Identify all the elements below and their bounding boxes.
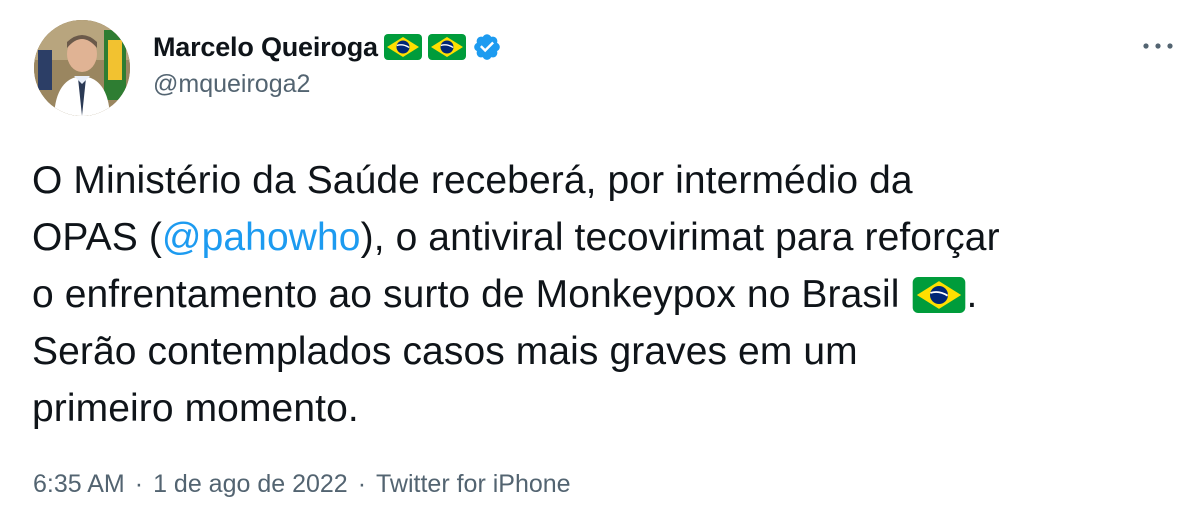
tweet-text-segment: ), o antiviral tecovirimat para reforçar: [360, 216, 1000, 259]
meta-separator: ·: [134, 470, 144, 498]
tweet-metadata: 6:35 AM · 1 de ago de 2022 · Twitter for…: [33, 470, 571, 499]
mention-link[interactable]: @pahowho: [162, 216, 361, 259]
brazil-flag-icon: [427, 34, 466, 60]
tweet-source[interactable]: Twitter for iPhone: [376, 470, 571, 499]
verified-badge-icon[interactable]: [472, 32, 502, 62]
tweet-text: O Ministério da Saúde receberá, por inte…: [32, 152, 1172, 437]
tweet-text-line: o enfrentamento ao surto de Monkeypox no…: [32, 266, 1172, 323]
tweet-time[interactable]: 6:35 AM: [33, 470, 125, 499]
author-handle[interactable]: @mqueiroga2: [153, 70, 310, 99]
tweet-text-line: primeiro momento.: [32, 387, 359, 430]
tweet-text-segment: OPAS (: [32, 216, 162, 259]
author-name-row: Marcelo Queiroga: [153, 27, 502, 67]
more-options-button[interactable]: [1138, 30, 1178, 62]
author-display-name[interactable]: Marcelo Queiroga: [153, 32, 378, 63]
meta-separator: ·: [357, 470, 367, 498]
more-dots-icon: [1143, 43, 1173, 49]
tweet-date[interactable]: 1 de ago de 2022: [153, 470, 348, 499]
tweet-card: Marcelo Queiroga @mqueiroga2 O Ministéri…: [0, 0, 1200, 514]
tweet-text-segment: .: [966, 273, 978, 316]
tweet-text-line: O Ministério da Saúde receberá, por inte…: [32, 159, 913, 202]
brazil-flag-icon: [383, 34, 422, 60]
tweet-text-line: Serão contemplados casos mais graves em …: [32, 330, 858, 373]
brazil-flag-icon: [912, 277, 966, 313]
avatar[interactable]: [34, 20, 130, 116]
tweet-text-segment: o enfrentamento ao surto de Monkeypox no…: [32, 273, 911, 316]
tweet-text-line: OPAS (@pahowho), o antiviral tecovirimat…: [32, 209, 1172, 266]
